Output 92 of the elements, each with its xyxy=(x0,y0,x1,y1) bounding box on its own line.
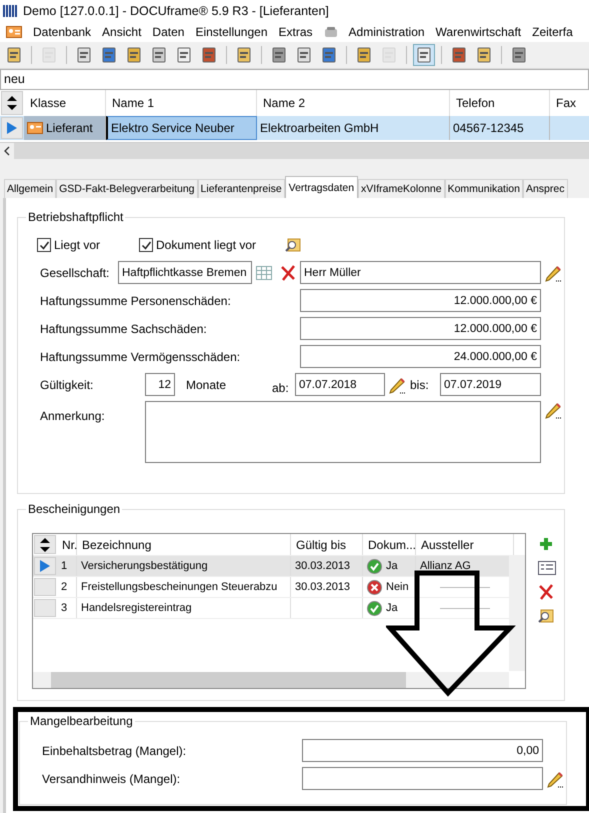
table-row[interactable]: Lieferant Elektro Service Neuber Elektroarbeiten GmbH 04567-12345 xyxy=(0,116,589,140)
checkbox-label: Dokument liegt vor xyxy=(156,238,256,252)
text-field[interactable]: Haftpflichtkasse Bremen xyxy=(118,261,252,284)
tab[interactable]: Kommunikation xyxy=(444,179,523,198)
table-cell: Nein xyxy=(386,581,409,593)
field-label: Anmerkung: xyxy=(39,408,106,423)
menu-item[interactable]: Datenbank xyxy=(33,25,92,39)
column-header[interactable]: Dokum... xyxy=(363,534,416,555)
horizontal-scrollbar[interactable] xyxy=(0,143,589,159)
table-cell: Versicherungsbestätigung xyxy=(77,556,291,576)
table-cell: 04567-12345 xyxy=(450,116,550,140)
filter-field[interactable]: neu xyxy=(0,69,589,90)
date-field[interactable]: 07.07.2019 xyxy=(440,373,541,396)
horizontal-scrollbar[interactable] xyxy=(33,672,509,688)
current-row-icon xyxy=(40,560,50,572)
window-title: Demo [127.0.0.1] - DOCUframe® 5.9 R3 - [Lieferanten] xyxy=(23,4,329,18)
group-title: Mangelbearbeitung xyxy=(28,714,135,728)
table-cell: Ja xyxy=(386,560,398,572)
list-icon[interactable] xyxy=(538,560,556,576)
menu-item[interactable]: Ansicht xyxy=(102,25,142,39)
table-cell: Elektro Service Neuber xyxy=(106,116,257,140)
column-chooser-button[interactable] xyxy=(1,91,23,115)
column-header[interactable]: Nr. xyxy=(57,534,77,555)
table-cell: Lieferant xyxy=(46,121,93,135)
menu-item[interactable]: Extras xyxy=(278,25,313,39)
contact-card-icon[interactable] xyxy=(6,25,22,39)
edit-icon[interactable] xyxy=(545,264,563,282)
column-header[interactable]: Bezeichnung xyxy=(77,534,291,555)
field-label: Versandhinweis (Mangel): xyxy=(41,772,182,786)
field-label: Monate xyxy=(185,378,228,392)
tab[interactable]: Allgemein xyxy=(4,179,56,198)
app-logo-icon xyxy=(3,4,17,18)
up-down-arrow-icon xyxy=(40,538,50,552)
group-title: Bescheinigungen xyxy=(26,502,122,516)
checkbox[interactable] xyxy=(37,238,51,252)
table-cell: 30.03.2013 xyxy=(291,556,363,576)
table-cell: Freistellungsbescheinungen Steuerabzu xyxy=(77,577,291,597)
table-cell: 1 xyxy=(57,556,77,576)
edit-icon[interactable] xyxy=(545,401,563,419)
delete-icon[interactable] xyxy=(280,264,296,280)
amount-field[interactable]: 12.000.000,00 € xyxy=(300,317,541,340)
menu-item[interactable]: Zeiterfa xyxy=(532,25,573,39)
checkbox[interactable] xyxy=(139,238,153,252)
vertical-scrollbar[interactable] xyxy=(509,555,525,671)
field-label: Haftungssumme Vermögensschäden: xyxy=(39,350,242,364)
table-cell: Ja xyxy=(386,602,398,614)
delete-icon[interactable] xyxy=(538,584,554,600)
edit-icon[interactable] xyxy=(547,770,565,788)
menu-item[interactable]: Daten xyxy=(152,25,184,39)
telephone-icon[interactable] xyxy=(324,26,338,38)
table-cell: 30.03.2013 xyxy=(291,577,363,597)
field-label: ab: xyxy=(271,380,290,394)
table-cell: Handelsregistereintrag xyxy=(77,598,291,618)
field-label: Haftungssumme Sachschäden: xyxy=(39,322,208,336)
current-row-icon xyxy=(7,122,17,134)
field-label: bis: xyxy=(409,378,430,392)
field-label: Gesellschaft: xyxy=(39,266,110,280)
amount-field[interactable]: 0,00 xyxy=(302,739,543,762)
field-label: Gültigkeit: xyxy=(39,378,94,392)
up-down-arrow-icon xyxy=(7,96,17,110)
date-field[interactable]: 07.07.2018 xyxy=(295,373,385,396)
tab[interactable]: Ansprec xyxy=(522,179,568,198)
text-field[interactable] xyxy=(302,767,543,790)
months-field[interactable]: 12 xyxy=(145,373,175,396)
edit-icon[interactable] xyxy=(389,376,407,394)
tab[interactable]: GSD-Fakt-Belegverarbeitung xyxy=(56,179,198,198)
column-chooser-button[interactable] xyxy=(34,535,56,554)
tab[interactable]: xVIframeKolonne xyxy=(358,179,445,198)
folder-search-icon[interactable] xyxy=(538,608,554,624)
checkbox-label: Liegt vor xyxy=(54,238,100,252)
note-field[interactable] xyxy=(145,401,541,463)
amount-field[interactable]: 24.000.000,00 € xyxy=(300,345,541,368)
contact-card-icon xyxy=(27,121,43,135)
field-label: Einbehaltsbetrag (Mangel): xyxy=(41,744,188,758)
tab[interactable]: Lieferantenpreise xyxy=(198,179,285,198)
table-cell: 2 xyxy=(57,577,77,597)
menu-item[interactable]: Warenwirtschaft xyxy=(436,25,522,39)
menu-item[interactable]: Einstellungen xyxy=(195,25,268,39)
add-icon[interactable] xyxy=(538,536,554,552)
menu-item[interactable]: Administration xyxy=(348,25,425,39)
text-field[interactable]: Herr Müller xyxy=(300,261,541,284)
group-title: Betriebshaftpflicht xyxy=(26,210,126,224)
amount-field[interactable]: 12.000.000,00 € xyxy=(300,289,541,312)
folder-search-icon[interactable] xyxy=(285,237,301,253)
tab[interactable]: Vertragsdaten xyxy=(284,176,358,198)
field-label: Haftungssumme Personenschäden: xyxy=(39,294,232,308)
table-cell: 3 xyxy=(57,598,77,618)
toolbar-button[interactable] xyxy=(413,44,435,66)
chevron-left-icon[interactable] xyxy=(0,143,14,159)
table-row[interactable]: 1 Versicherungsbestätigung 30.03.2013 Ja Allianz AG xyxy=(33,556,510,577)
column-header[interactable]: Gültig bis xyxy=(291,534,363,555)
table-cell: Elektroarbeiten GmbH xyxy=(257,116,450,140)
